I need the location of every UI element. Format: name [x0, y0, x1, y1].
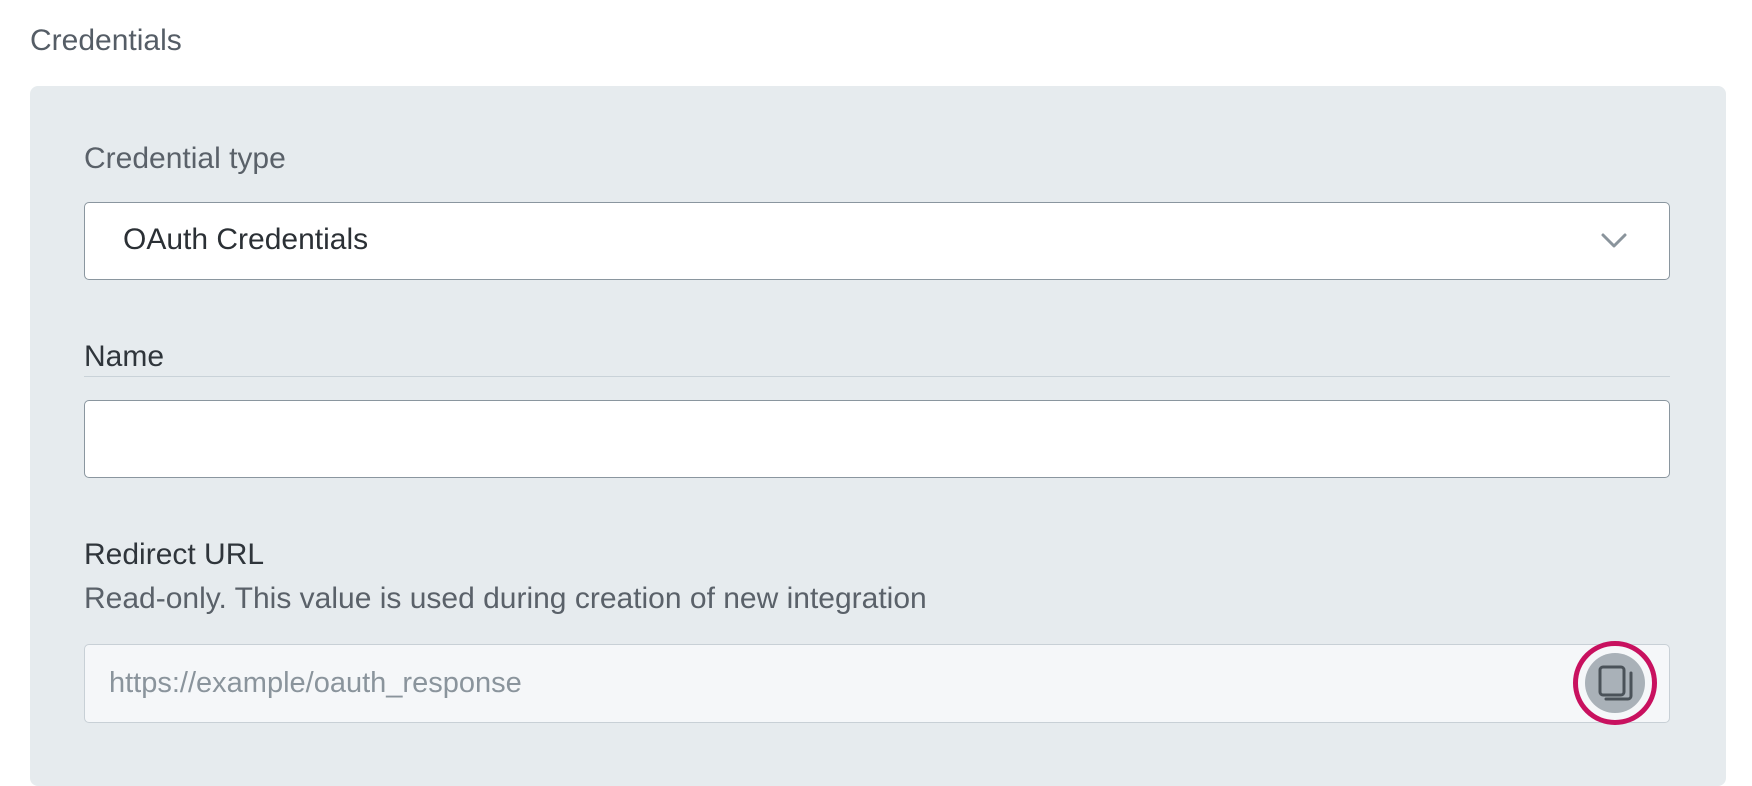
name-label: Name [84, 340, 165, 373]
credentials-panel: Credential type OAuth Credentials Name R… [30, 86, 1726, 786]
copy-button-bg [1585, 653, 1645, 713]
name-input[interactable] [84, 400, 1670, 478]
credential-type-label: Credential type [84, 142, 286, 175]
credential-type-select[interactable]: OAuth Credentials [84, 202, 1670, 280]
redirect-url-value[interactable]: https://example/oauth_response [109, 667, 522, 700]
select-divider [84, 376, 1670, 377]
copy-button[interactable] [1573, 641, 1657, 725]
chevron-down-icon [1601, 233, 1627, 248]
redirect-url-field: https://example/oauth_response [84, 641, 1670, 725]
copy-icon [1598, 665, 1633, 701]
redirect-url-help: Read-only. This value is used during cre… [84, 582, 927, 615]
credential-type-value: OAuth Credentials [123, 223, 369, 256]
section-title: Credentials [30, 24, 182, 57]
redirect-url-label: Redirect URL [84, 538, 265, 571]
